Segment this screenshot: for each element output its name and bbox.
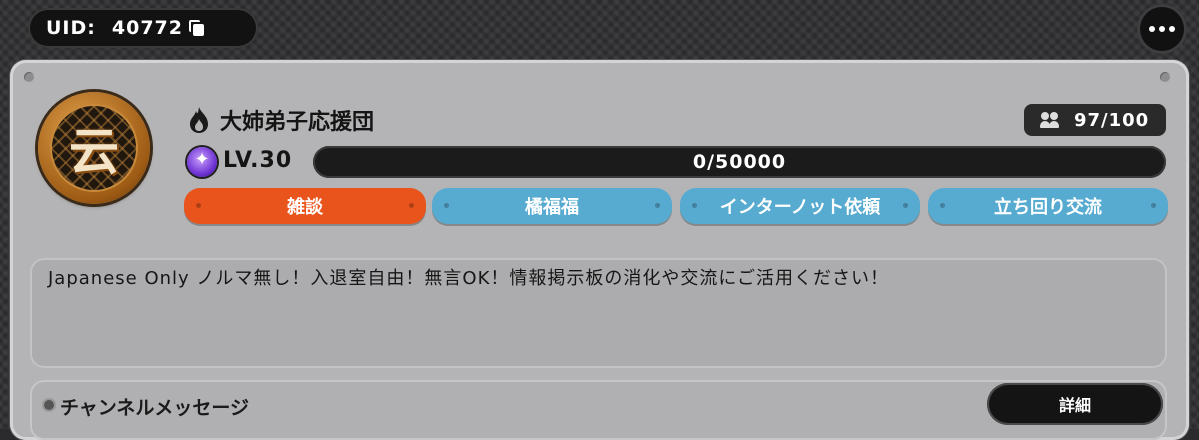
exp-progress-bar: 0/50000 [313,146,1166,178]
member-count: 97/100 [1074,109,1150,131]
uid-label: UID: [46,17,96,39]
club-level: LV.30 [223,148,293,173]
club-name: 大姉弟子応援団 [220,110,375,135]
tag-label: インターノット依頼 [719,197,881,218]
tag-label: 橘福福 [525,197,579,218]
uid-pill[interactable]: UID: 40772 [28,8,258,48]
club-emblem: 云 [38,92,150,204]
bullet-icon [44,400,54,410]
exp-value: 0/50000 [692,151,787,173]
screw-icon [24,72,34,82]
copy-icon[interactable] [188,20,205,36]
detail-button[interactable]: 詳細 [987,383,1163,425]
member-count-badge: 97/100 [1024,104,1166,136]
tag-character[interactable]: 橘福福 [432,188,672,224]
club-description-box: Japanese Only ノルマ無し！入退室自由！無言OK！情報掲示板の消化や… [30,258,1167,368]
screw-icon [1160,72,1170,82]
tag-label: 雑談 [287,197,323,218]
more-dots-icon [1149,26,1155,32]
tag-label: 立ち回り交流 [994,197,1102,218]
people-icon [1040,111,1062,129]
tag-chat[interactable]: 雑談 [184,188,426,224]
club-description: Japanese Only ノルマ無し！入退室自由！無言OK！情報掲示板の消化や… [48,268,890,289]
level-star-icon [187,147,217,177]
channel-message-label: チャンネルメッセージ [60,397,250,419]
uid-value: 40772 [111,17,183,39]
fire-flame-icon [190,107,208,133]
more-options-button[interactable] [1137,4,1187,54]
tag-positioning-exchange[interactable]: 立ち回り交流 [928,188,1168,224]
emblem-character: 云 [69,123,119,181]
tag-internot-request[interactable]: インターノット依頼 [680,188,920,224]
